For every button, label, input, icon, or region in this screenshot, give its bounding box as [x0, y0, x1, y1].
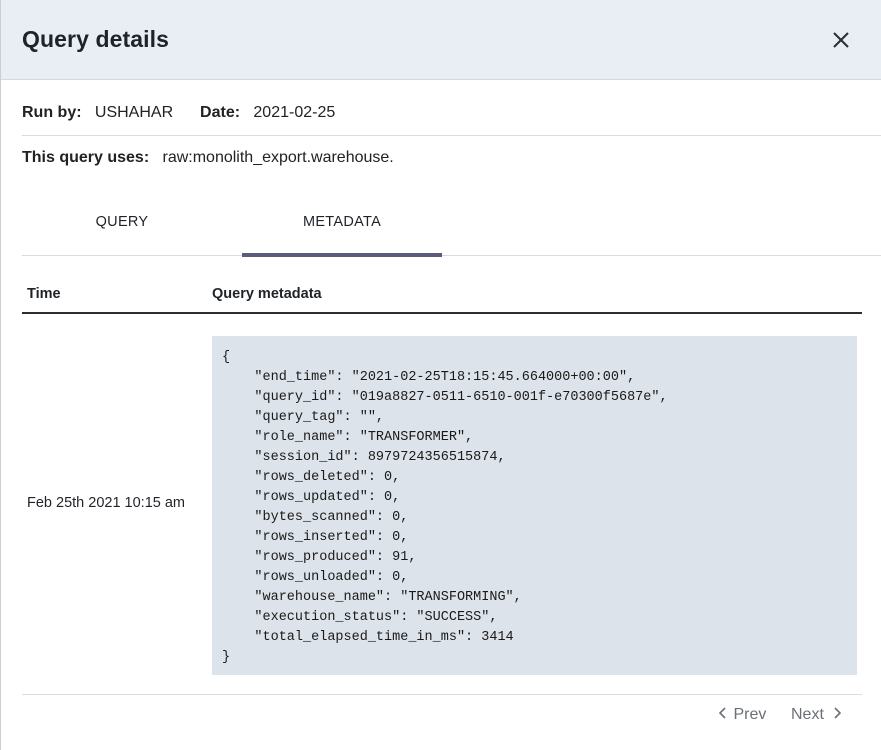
close-button[interactable]: [827, 26, 855, 54]
metadata-json-line: "role_name": "TRANSFORMER",: [222, 430, 474, 445]
metadata-json-line: "rows_updated": 0,: [222, 490, 401, 505]
tab-metadata[interactable]: METADATA: [242, 190, 442, 257]
metadata-json-line: {: [222, 350, 231, 365]
column-header-query-metadata: Query metadata: [212, 286, 322, 302]
metadata-json-line: "warehouse_name": "TRANSFORMING",: [222, 590, 522, 605]
tab-bar: QUERY METADATA: [22, 190, 881, 257]
metadata-json-line: }: [222, 650, 231, 665]
metadata-json-line: "rows_inserted": 0,: [222, 530, 409, 545]
query-uses-row: This query uses: raw:monolith_export.war…: [22, 149, 394, 167]
metadata-json-line: "session_id": 8979724356515874,: [222, 450, 506, 465]
query-uses-label: This query uses:: [22, 149, 150, 166]
metadata-json-line: "execution_status": "SUCCESS",: [222, 610, 498, 625]
run-by-value: USHAHAR: [94, 104, 174, 121]
chevron-left-icon: [718, 707, 726, 719]
modal-title: Query details: [22, 26, 170, 52]
metadata-json-line: "total_elapsed_time_in_ms": 3414: [222, 630, 514, 645]
metadata-code-block: { "end_time": "2021-02-25T18:15:45.66400…: [212, 336, 857, 675]
tab-query-label: QUERY: [95, 214, 149, 230]
next-label: Next: [791, 706, 824, 723]
query-details-modal: Query details Run by: USHAHAR Date: 2021…: [0, 0, 881, 750]
metadata-json-line: "bytes_scanned": 0,: [222, 510, 409, 525]
metadata-json-line: "rows_deleted": 0,: [222, 470, 401, 485]
footer-divider: [22, 694, 862, 695]
tab-query[interactable]: QUERY: [22, 190, 222, 255]
table-header-rule: [22, 312, 862, 314]
metadata-json-line: "end_time": "2021-02-25T18:15:45.664000+…: [222, 370, 636, 385]
time-cell: Feb 25th 2021 10:15 am: [27, 495, 186, 511]
prev-label: Prev: [733, 706, 767, 723]
info-divider: [22, 135, 881, 136]
prev-page-button[interactable]: Prev: [717, 706, 766, 724]
run-by-label: Run by:: [22, 104, 82, 121]
tab-metadata-label: METADATA: [302, 214, 382, 230]
column-header-time: Time: [27, 286, 61, 302]
run-info-row: Run by: USHAHAR Date: 2021-02-25: [22, 104, 335, 122]
chevron-right-icon: [834, 707, 842, 719]
metadata-json-line: "rows_produced": 91,: [222, 550, 417, 565]
date-label: Date:: [200, 104, 241, 121]
query-uses-value: raw:monolith_export.warehouse.: [162, 149, 394, 166]
next-page-button[interactable]: Next: [791, 706, 844, 724]
active-tab-indicator: [242, 253, 442, 257]
metadata-json-line: "query_tag": "",: [222, 410, 385, 425]
metadata-json-line: "query_id": "019a8827-0511-6510-001f-e70…: [222, 390, 668, 405]
date-value: 2021-02-25: [253, 104, 336, 121]
metadata-json: { "end_time": "2021-02-25T18:15:45.66400…: [222, 348, 668, 668]
metadata-json-line: "rows_unloaded": 0,: [222, 570, 409, 585]
modal-header: Query details: [1, 0, 881, 80]
close-icon: [833, 32, 849, 48]
